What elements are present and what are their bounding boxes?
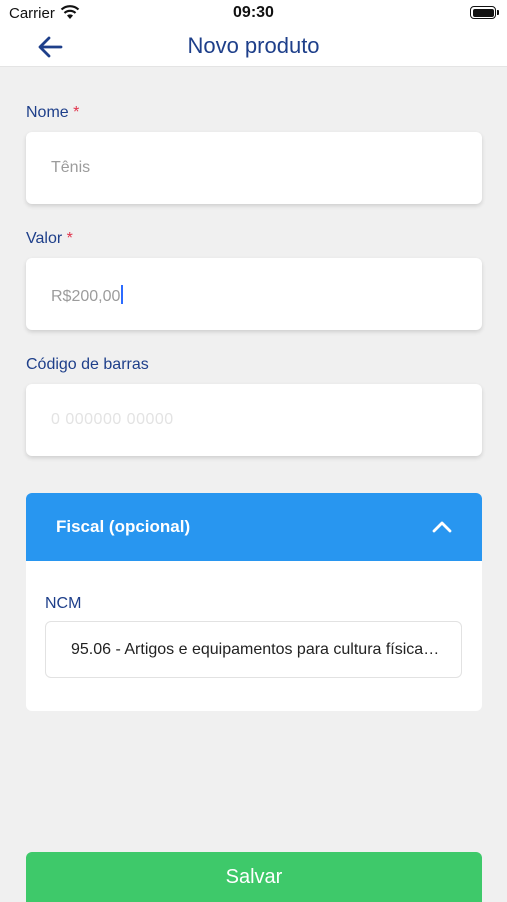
valor-label-text: Valor bbox=[26, 230, 63, 247]
battery-icon bbox=[470, 6, 496, 19]
codigo-barras-input[interactable]: 0 000000 00000 bbox=[26, 384, 482, 456]
status-time: 09:30 bbox=[233, 4, 274, 21]
codigo-label: Código de barras bbox=[26, 356, 149, 373]
valor-required-mark: * bbox=[66, 230, 73, 247]
ncm-value: 95.06 - Artigos e equipamentos para cult… bbox=[71, 641, 441, 658]
ncm-label: NCM bbox=[45, 595, 82, 612]
text-cursor bbox=[121, 285, 124, 304]
nome-input[interactable]: Tênis bbox=[26, 132, 482, 204]
status-bar: Carrier 09:30 bbox=[0, 0, 507, 28]
valor-value: R$200,00 bbox=[51, 288, 121, 305]
valor-value-wrap: R$200,00 bbox=[51, 285, 124, 306]
page-title: Novo produto bbox=[187, 33, 320, 58]
codigo-placeholder: 0 000000 00000 bbox=[51, 411, 174, 428]
chevron-up-icon[interactable] bbox=[430, 515, 454, 539]
fiscal-accordion-header[interactable]: Fiscal (opcional) bbox=[26, 493, 482, 561]
navigation-bar: Novo produto bbox=[0, 28, 507, 67]
nome-value: Tênis bbox=[51, 159, 91, 176]
save-button[interactable]: Salvar bbox=[26, 852, 482, 902]
nome-label: Nome * bbox=[26, 104, 79, 122]
battery-tip bbox=[497, 10, 499, 15]
valor-label: Valor * bbox=[26, 230, 73, 248]
valor-input[interactable]: R$200,00 bbox=[26, 258, 482, 330]
nome-label-text: Nome bbox=[26, 104, 69, 121]
fiscal-title: Fiscal (opcional) bbox=[56, 517, 191, 536]
nome-required-mark: * bbox=[73, 104, 80, 121]
fiscal-accordion-body: NCM 95.06 - Artigos e equipamentos para … bbox=[26, 561, 482, 711]
ncm-select[interactable]: 95.06 - Artigos e equipamentos para cult… bbox=[45, 621, 462, 678]
